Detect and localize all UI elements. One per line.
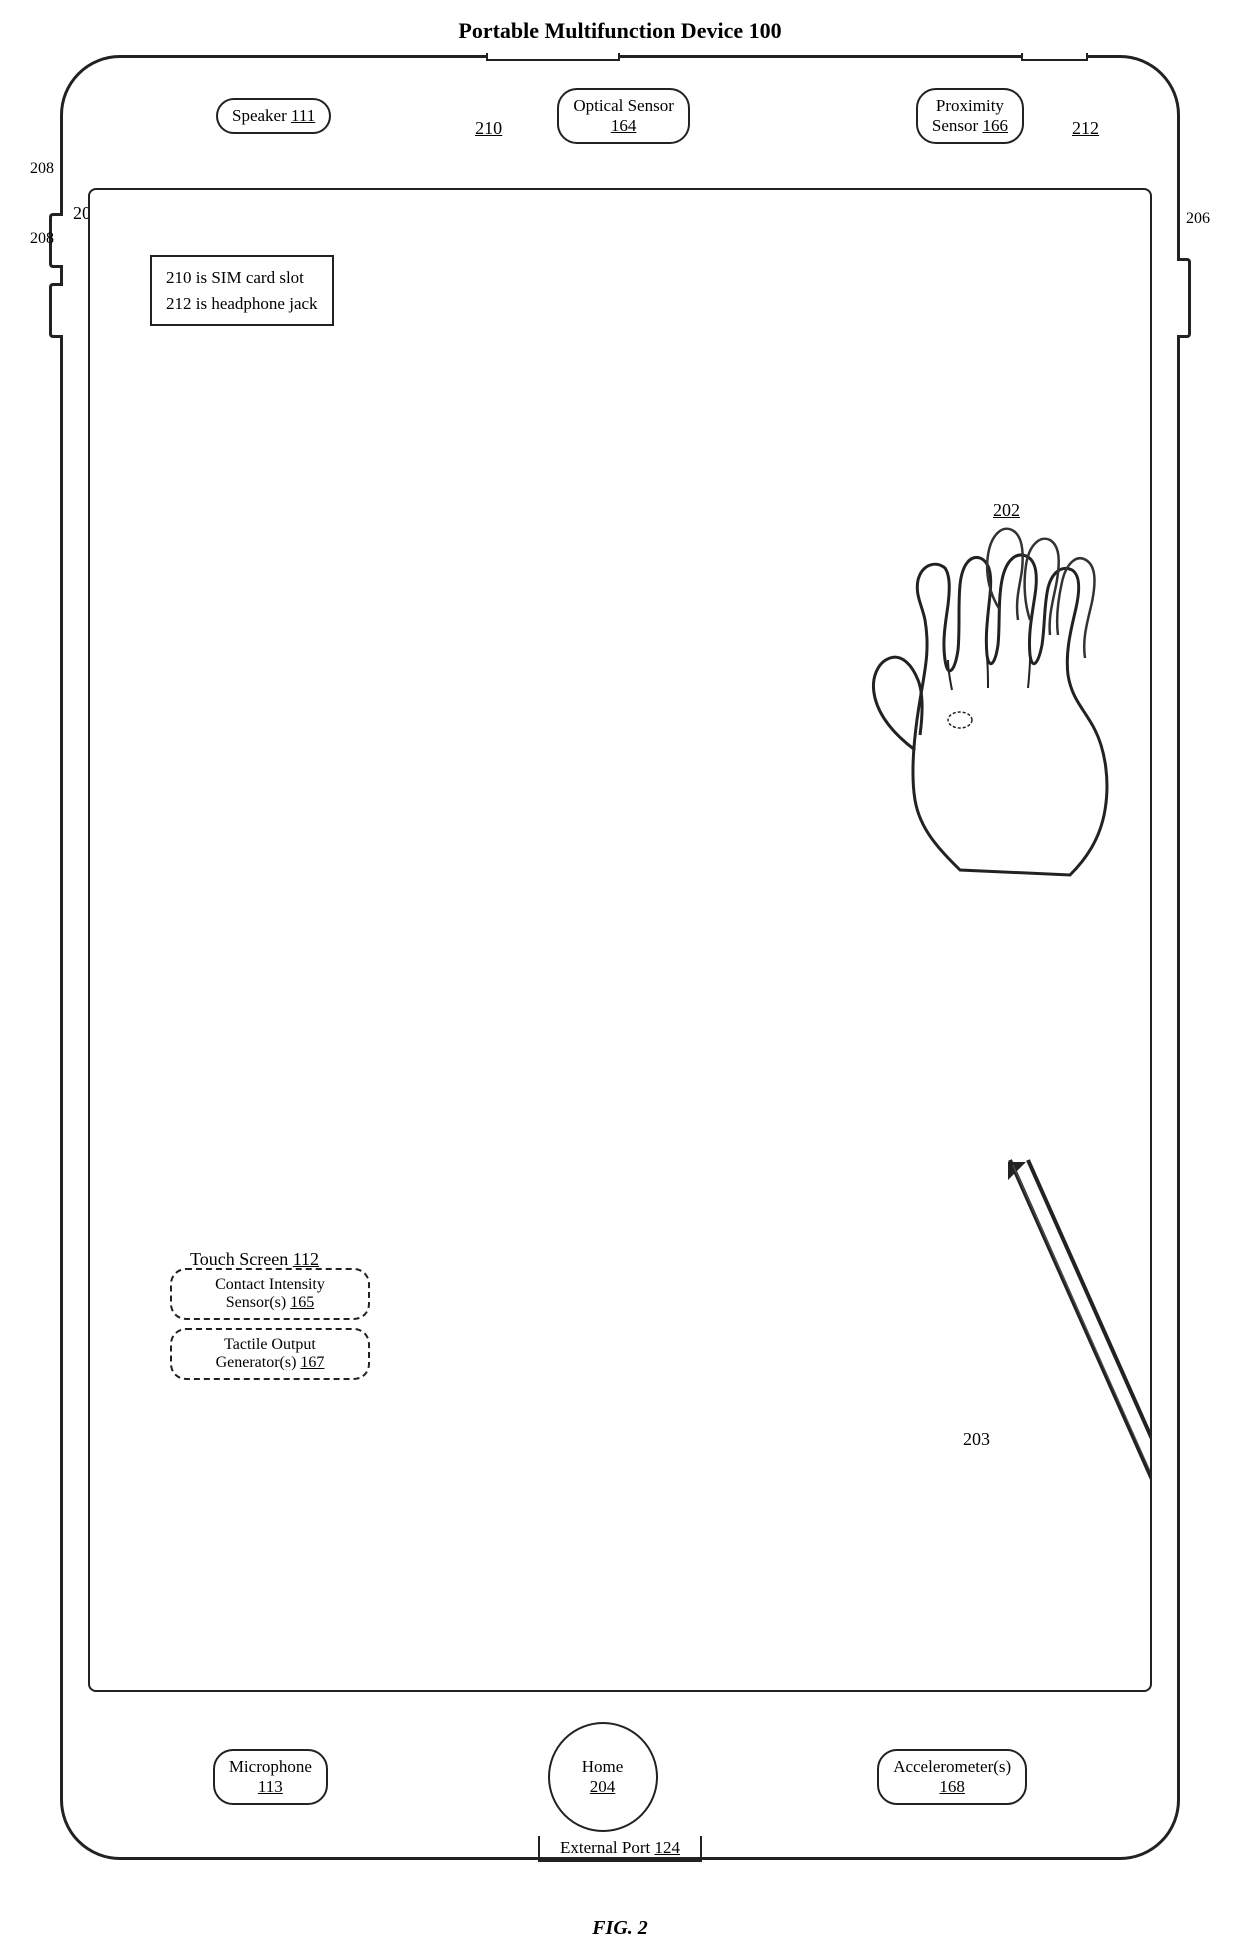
proximity-sensor-label: ProximitySensor 166 bbox=[932, 96, 1008, 135]
title-text: Portable Multifunction Device 100 bbox=[458, 18, 781, 43]
label-202: 202 bbox=[993, 500, 1020, 521]
tactile-output-text: Tactile OutputGenerator(s) 167 bbox=[216, 1336, 325, 1371]
optical-sensor-component: Optical Sensor164 bbox=[557, 88, 690, 144]
home-button[interactable]: Home204 bbox=[548, 1722, 658, 1832]
optical-sensor-label: Optical Sensor164 bbox=[573, 96, 674, 135]
headphone-connector bbox=[1021, 53, 1088, 61]
accelerometer-component: Accelerometer(s)168 bbox=[877, 1749, 1027, 1805]
external-port-box: External Port 124 bbox=[538, 1836, 702, 1862]
tactile-output-box: Tactile OutputGenerator(s) 167 bbox=[170, 1328, 370, 1380]
page-title: Portable Multifunction Device 100 bbox=[458, 18, 781, 44]
screen-area: 210 is SIM card slot 212 is headphone ja… bbox=[88, 188, 1152, 1692]
touch-screen-label: Touch Screen 112 bbox=[190, 1249, 319, 1270]
accelerometer-label: Accelerometer(s)168 bbox=[893, 1757, 1011, 1796]
side-label-208-top: 208 bbox=[30, 160, 54, 178]
fig-caption: FIG. 2 bbox=[592, 1917, 648, 1940]
sim-slot-connector bbox=[486, 53, 620, 61]
fig-caption-text: FIG. 2 bbox=[592, 1917, 648, 1939]
speaker-component: Speaker 111 bbox=[216, 98, 331, 134]
page-container: Portable Multifunction Device 100 210 21… bbox=[0, 0, 1240, 1950]
sim-info-line1: 210 is SIM card slot bbox=[166, 265, 318, 291]
side-label-208-bot: 208 bbox=[30, 230, 54, 248]
side-button-right bbox=[1177, 258, 1191, 338]
bottom-components-area: Microphone113 Home204 Accelerometer(s)16… bbox=[63, 1722, 1177, 1832]
label-208-top-text: 208 bbox=[30, 160, 54, 177]
side-label-206: 206 bbox=[1186, 210, 1210, 228]
contact-intensity-text: Contact IntensitySensor(s) 165 bbox=[215, 1276, 325, 1311]
label-206-text: 206 bbox=[1186, 210, 1210, 227]
hand-illustration bbox=[760, 410, 1152, 890]
microphone-component: Microphone113 bbox=[213, 1749, 328, 1805]
speaker-label: Speaker 111 bbox=[232, 106, 315, 125]
device-body: 210 212 Speaker 111 Optical Sensor164 Pr… bbox=[60, 55, 1180, 1860]
touch-screen-text: Touch Screen 112 bbox=[190, 1249, 319, 1269]
label-202-text: 202 bbox=[993, 500, 1020, 520]
external-port-label: External Port 124 bbox=[560, 1838, 680, 1857]
label-208-bot-text: 208 bbox=[30, 230, 54, 247]
microphone-label: Microphone113 bbox=[229, 1757, 312, 1796]
top-components-area: Speaker 111 Optical Sensor164 ProximityS… bbox=[63, 88, 1177, 144]
sim-info-line2: 212 is headphone jack bbox=[166, 291, 318, 317]
label-203-text: 203 bbox=[963, 1429, 990, 1449]
contact-intensity-box: Contact IntensitySensor(s) 165 bbox=[170, 1268, 370, 1320]
info-box: 210 is SIM card slot 212 is headphone ja… bbox=[150, 255, 334, 326]
proximity-sensor-component: ProximitySensor 166 bbox=[916, 88, 1024, 144]
home-label: Home204 bbox=[582, 1757, 624, 1797]
external-port-area: External Port 124 bbox=[397, 1836, 843, 1862]
stylus-illustration bbox=[830, 1150, 1152, 1530]
label-203: 203 bbox=[963, 1429, 990, 1450]
side-button-left-2 bbox=[49, 283, 63, 338]
